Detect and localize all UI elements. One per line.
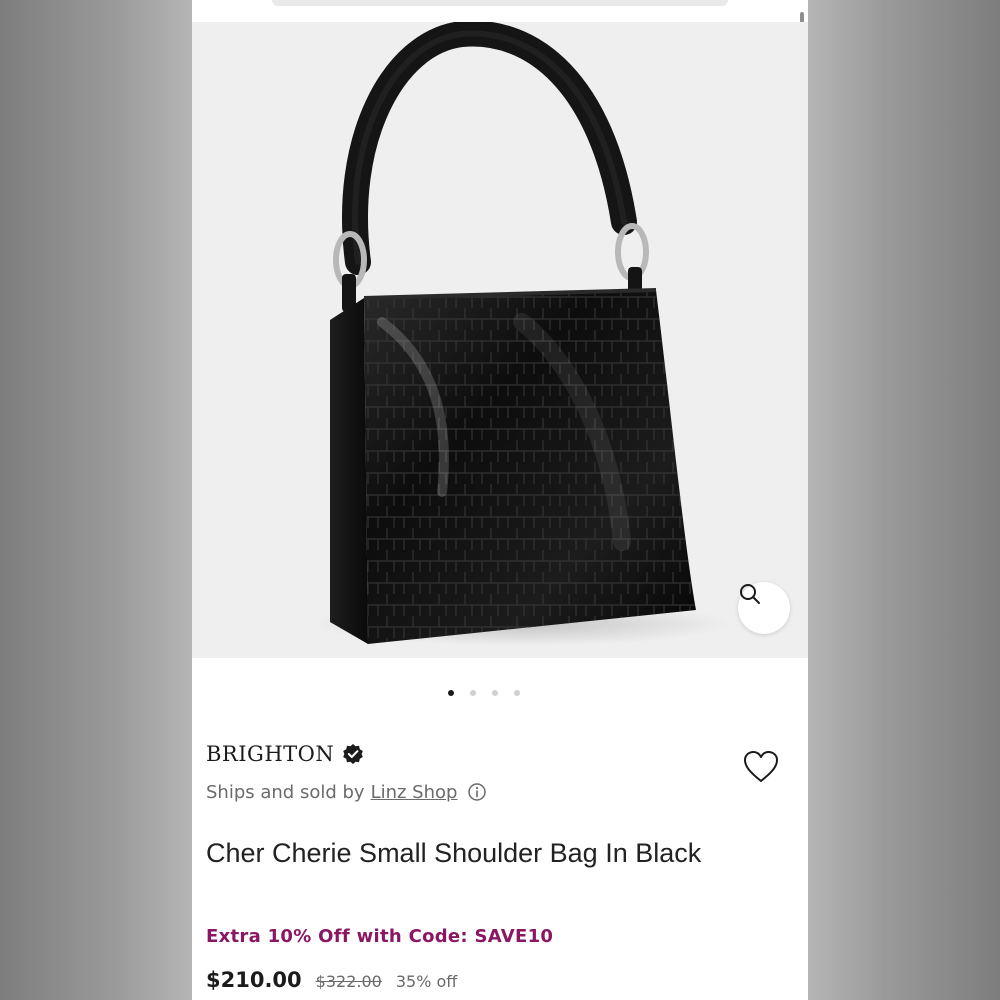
background-left [0, 0, 192, 1000]
search-bar-edge[interactable] [272, 0, 728, 6]
seller-link[interactable]: Linz Shop [371, 782, 458, 803]
carousel-dot[interactable] [470, 690, 476, 696]
info-icon[interactable] [467, 782, 487, 802]
product-image-carousel[interactable] [192, 22, 808, 658]
product-page: BRIGHTON Ships and sold by Linz Shop Che… [192, 0, 808, 1000]
carousel-dot[interactable] [492, 690, 498, 696]
magnifier-icon [740, 584, 760, 604]
heart-icon [744, 751, 778, 782]
discount-label: 35% off [395, 972, 458, 991]
carousel-pagination [192, 686, 808, 700]
brand-row: BRIGHTON [206, 738, 364, 770]
verified-badge-icon [343, 744, 364, 764]
zoom-button[interactable] [738, 582, 790, 634]
product-image [312, 22, 732, 646]
brand-name[interactable]: BRIGHTON [206, 742, 334, 766]
seller-prefix: Ships and sold by [206, 781, 365, 803]
promo-code-text: Extra 10% Off with Code: SAVE10 [206, 926, 554, 947]
favorite-button[interactable] [742, 748, 780, 786]
original-price: $322.00 [315, 972, 382, 991]
carousel-dot-active[interactable] [448, 690, 454, 696]
product-title: Cher Cherie Small Shoulder Bag In Black [206, 838, 702, 868]
background-right [808, 0, 1000, 1000]
seller-row: Ships and sold by Linz Shop [206, 778, 487, 806]
carousel-dot[interactable] [514, 690, 520, 696]
price-row: $210.00 $322.00 35% off [206, 968, 457, 1000]
current-price: $210.00 [206, 968, 302, 992]
